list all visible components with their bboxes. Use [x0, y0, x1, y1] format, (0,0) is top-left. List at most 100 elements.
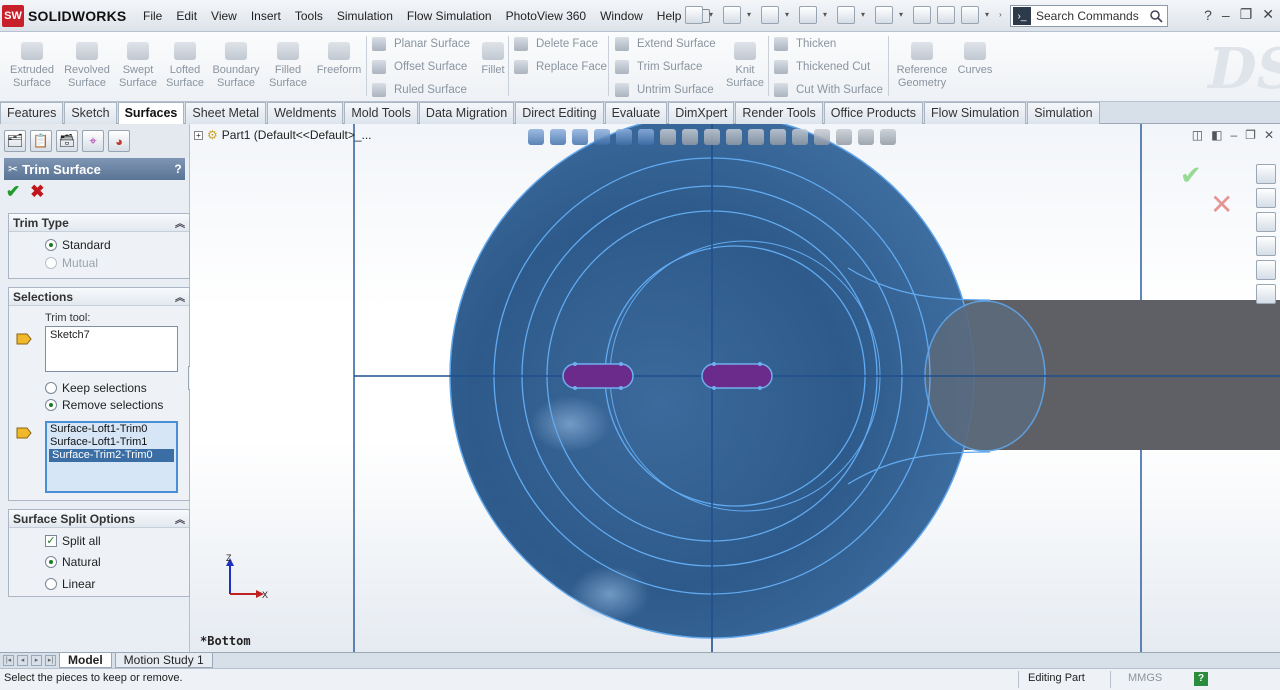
confirmation-corner-cancel-icon[interactable]: ✕ — [1210, 188, 1233, 221]
curves-button[interactable]: Curves — [948, 42, 1002, 77]
graphics-area[interactable]: + ⚙ Part1 (Default<<Default>_... ◫ ◧ – ❐… — [190, 124, 1280, 652]
new-document-icon[interactable] — [685, 6, 703, 24]
tab-simulation[interactable]: Simulation — [1027, 102, 1100, 124]
extend-surface-button[interactable]: Extend Surface — [615, 35, 716, 53]
view-settings-icon[interactable] — [726, 129, 742, 145]
keep-selections-radio[interactable]: Keep selections — [45, 381, 147, 395]
menu-edit[interactable]: Edit — [169, 0, 204, 32]
property-manager-tab-icon[interactable]: 📋 — [30, 130, 52, 152]
tab-motion-study-1[interactable]: Motion Study 1 — [114, 653, 213, 668]
perspective-icon[interactable] — [836, 129, 852, 145]
view-palette-icon[interactable] — [1256, 236, 1276, 256]
untrim-surface-button[interactable]: Untrim Surface — [615, 81, 714, 99]
undo-icon[interactable] — [837, 6, 855, 24]
cancel-button[interactable]: ✖ — [30, 182, 44, 202]
pieces-list[interactable]: Surface-Loft1-Trim0 Surface-Loft1-Trim1 … — [45, 421, 178, 493]
next-tab-icon[interactable]: ▸ — [31, 655, 42, 666]
viewport-close-icon[interactable]: ✕ — [1264, 128, 1274, 142]
rebuild-icon[interactable] — [913, 6, 931, 24]
options-icon[interactable] — [961, 6, 979, 24]
cut-with-surface-button[interactable]: Cut With Surface — [774, 81, 883, 99]
ok-button[interactable]: ✔ — [6, 182, 20, 202]
dimxpert-manager-tab-icon[interactable]: ⌖ — [82, 130, 104, 152]
tab-sketch[interactable]: Sketch — [64, 102, 117, 124]
menu-window[interactable]: Window — [593, 0, 650, 32]
confirmation-corner-ok-icon[interactable]: ✔ — [1180, 160, 1202, 191]
tab-weldments[interactable]: Weldments — [267, 102, 344, 124]
freeform-button[interactable]: Freeform — [312, 42, 366, 77]
search-icon[interactable] — [1149, 9, 1163, 23]
menu-tools[interactable]: Tools — [288, 0, 330, 32]
list-item[interactable]: Surface-Loft1-Trim1 — [47, 436, 176, 449]
surface-split-options-header[interactable]: Surface Split Options ︽ — [9, 510, 189, 528]
replace-face-button[interactable]: Replace Face — [514, 58, 607, 76]
lofted-surface-button[interactable]: Lofted Surface — [158, 42, 212, 90]
help-button[interactable]: ? — [171, 162, 185, 176]
tab-dimxpert[interactable]: DimXpert — [668, 102, 735, 124]
viewport-minimize-icon[interactable]: – — [1230, 128, 1237, 142]
tab-render-tools[interactable]: Render Tools — [735, 102, 823, 124]
hide-show-items-icon[interactable] — [660, 129, 676, 145]
list-item[interactable]: Surface-Trim2-Trim0 — [49, 449, 174, 462]
solidworks-logo[interactable]: SW SOLIDWORKS — [2, 5, 126, 27]
tab-surfaces[interactable]: Surfaces — [117, 102, 185, 125]
menu-view[interactable]: View — [204, 0, 244, 32]
save-icon[interactable] — [761, 6, 779, 24]
knit-surface-button[interactable]: Knit Surface — [718, 42, 772, 90]
options-dropdown-icon[interactable]: ▾ — [985, 6, 993, 24]
filled-surface-button[interactable]: Filled Surface — [261, 42, 315, 90]
print-icon[interactable] — [799, 6, 817, 24]
linear-radio[interactable]: Linear — [45, 577, 95, 591]
feature-manager-tab-icon[interactable]: 🗂 — [4, 130, 26, 152]
menu-simulation[interactable]: Simulation — [330, 0, 400, 32]
search-commands[interactable]: ›_ Search Commands — [1010, 5, 1168, 27]
undo-dropdown-icon[interactable]: ▾ — [861, 6, 869, 24]
tab-direct-editing[interactable]: Direct Editing — [515, 102, 604, 124]
viewport-restore-icon[interactable]: ❐ — [1245, 128, 1256, 142]
restore-icon[interactable]: ❐ — [1240, 6, 1253, 23]
boundary-surface-button[interactable]: Boundary Surface — [209, 42, 263, 90]
slot-right[interactable] — [701, 363, 773, 389]
feature-tree-item[interactable]: Part1 (Default<<Default>_... — [222, 128, 372, 142]
menu-flow-simulation[interactable]: Flow Simulation — [400, 0, 499, 32]
ruled-surface-button[interactable]: Ruled Surface — [372, 81, 467, 99]
thicken-button[interactable]: Thicken — [774, 35, 836, 53]
new-dropdown-icon[interactable]: ▾ — [709, 6, 717, 24]
last-tab-icon[interactable]: ▸| — [45, 655, 56, 666]
menu-file[interactable]: File — [136, 0, 169, 32]
trim-tool-field[interactable]: Sketch7 — [45, 326, 178, 372]
solidworks-resources-icon[interactable] — [1256, 164, 1276, 184]
tab-mold-tools[interactable]: Mold Tools — [344, 102, 418, 124]
quick-tips-icon[interactable]: ? — [1194, 672, 1208, 686]
print-dropdown-icon[interactable]: ▾ — [823, 6, 831, 24]
tab-data-migration[interactable]: Data Migration — [418, 102, 515, 124]
menu-help[interactable]: Help — [650, 0, 689, 32]
remove-selections-radio[interactable]: Remove selections — [45, 398, 163, 412]
tab-sheet-metal[interactable]: Sheet Metal — [185, 102, 267, 124]
split-all-checkbox[interactable]: ✓ Split all — [45, 534, 101, 548]
collapse-icon[interactable]: ︽ — [175, 511, 189, 526]
delete-face-button[interactable]: Delete Face — [514, 35, 598, 53]
fillet-button[interactable]: Fillet — [466, 42, 520, 77]
reference-geometry-button[interactable]: Reference Geometry — [893, 42, 951, 90]
list-item[interactable]: Surface-Loft1-Trim0 — [47, 423, 176, 436]
extruded-surface-button[interactable]: Extruded Surface — [5, 42, 59, 90]
split-vertical-icon[interactable]: ◧ — [1211, 128, 1222, 142]
zoom-to-fit-icon[interactable] — [528, 129, 544, 145]
revolved-surface-button[interactable]: Revolved Surface — [60, 42, 114, 90]
open-icon[interactable] — [723, 6, 741, 24]
help-icon[interactable]: ? — [1204, 7, 1212, 23]
realview-icon[interactable] — [770, 129, 786, 145]
trim-type-header[interactable]: Trim Type ︽ — [9, 214, 189, 232]
tab-office-products[interactable]: Office Products — [823, 102, 923, 124]
render-icon[interactable] — [748, 129, 764, 145]
tab-model[interactable]: Model — [59, 653, 112, 668]
shadows-icon[interactable] — [792, 129, 808, 145]
design-library-icon[interactable] — [1256, 188, 1276, 208]
previous-view-icon[interactable] — [572, 129, 588, 145]
zoom-to-area-icon[interactable] — [550, 129, 566, 145]
overflow-icon[interactable]: › — [999, 6, 1007, 24]
file-explorer-icon[interactable] — [1256, 212, 1276, 232]
model-view[interactable] — [190, 124, 1280, 652]
ambient-occlusion-icon[interactable] — [814, 129, 830, 145]
